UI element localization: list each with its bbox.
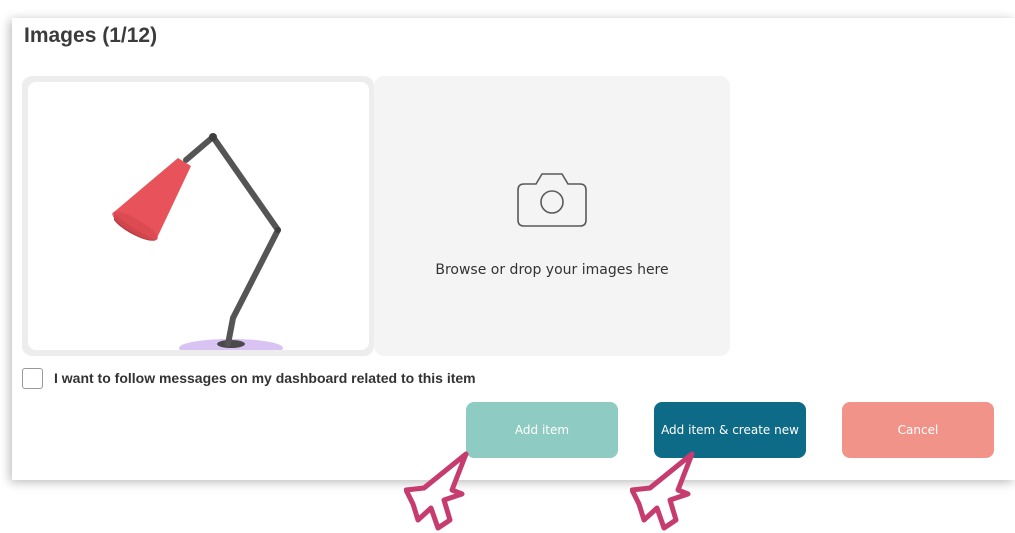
follow-messages-label[interactable]: I want to follow messages on my dashboar… <box>54 370 476 386</box>
image-thumbnail[interactable] <box>22 76 374 356</box>
image-dropzone[interactable]: Browse or drop your images here <box>374 76 730 356</box>
follow-messages-checkbox[interactable] <box>22 368 43 389</box>
camera-icon <box>517 173 587 227</box>
dropzone-text: Browse or drop your images here <box>435 262 669 278</box>
add-item-button[interactable]: Add item <box>466 402 618 458</box>
pointer-cursor-icon <box>630 451 695 531</box>
desk-lamp-image <box>112 133 283 350</box>
images-section-title: Images (1/12) <box>24 24 158 47</box>
cancel-button[interactable]: Cancel <box>842 402 994 458</box>
stage: Images (1/12) Browse or drop your images… <box>0 0 1015 533</box>
thumbnail-frame <box>28 82 369 350</box>
pointer-cursor-icon <box>404 451 469 531</box>
